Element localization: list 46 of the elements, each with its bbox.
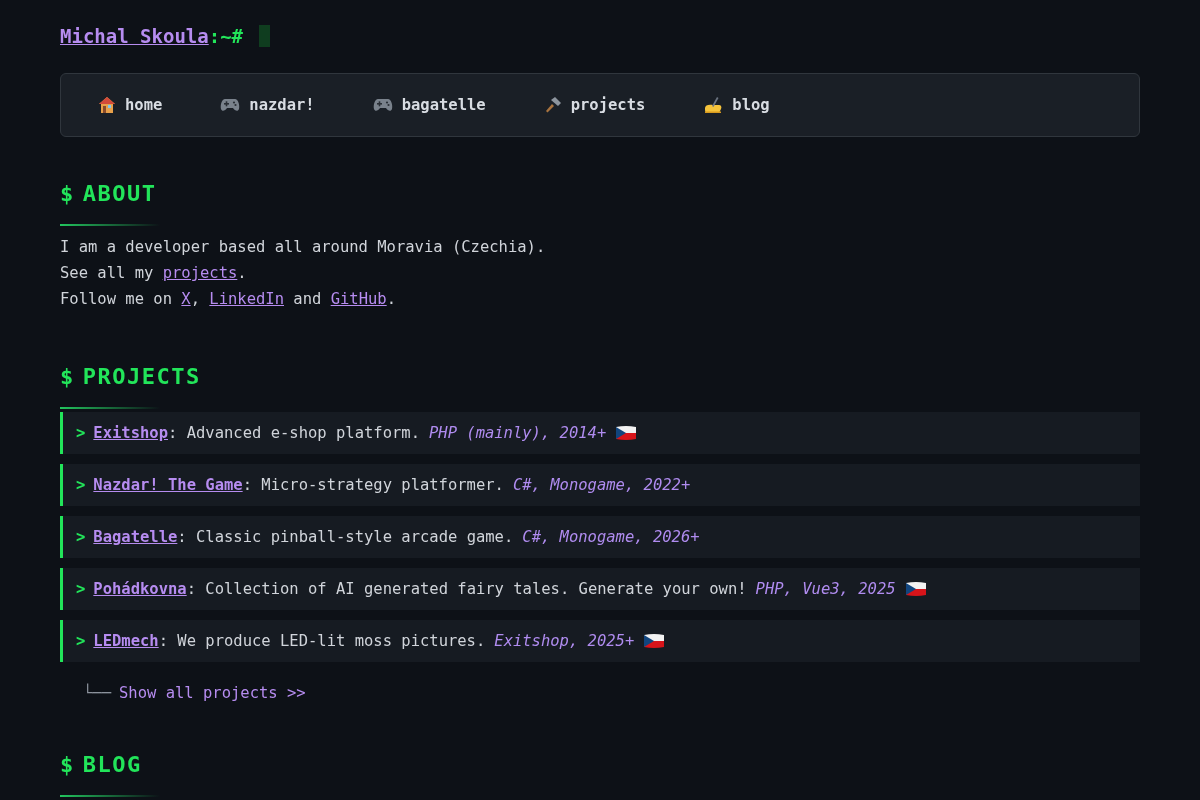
hammer-icon [543, 96, 562, 114]
text-link[interactable]: projects [162, 264, 238, 282]
prompt-marker: > [76, 424, 86, 442]
nav-link[interactable]: nazdar! [220, 96, 315, 114]
project-description: : Advanced e-shop platform. [168, 424, 420, 442]
gamepad-icon [220, 97, 241, 113]
text-link[interactable]: GitHub [330, 290, 387, 308]
section-heading: $ ABOUT [60, 181, 158, 206]
flag-icon [615, 425, 638, 441]
cursor [259, 25, 271, 47]
project-link[interactable]: LEDmech [93, 632, 159, 650]
project-link[interactable]: Pohádkovna [93, 580, 187, 598]
project-meta: Exitshop, 2025+ [494, 632, 635, 650]
prompt-marker: > [76, 476, 86, 494]
flag-icon [643, 633, 666, 649]
project-description: : Collection of AI generated fairy tales. Generate your own! [186, 580, 747, 598]
section-heading: $ PROJECTS [60, 364, 202, 389]
project-meta: C#, Monogame, 2022+ [512, 476, 691, 494]
project-meta: PHP (mainly), 2014+ [428, 424, 607, 442]
project-description: : Classic pinball-style arcade game. [177, 528, 514, 546]
prompt-text: :~# [208, 25, 244, 47]
prompt-marker: > [76, 528, 86, 546]
nav-link[interactable]: projects [543, 96, 646, 114]
writing-hand-icon [703, 96, 724, 114]
show-all-link[interactable]: Show all projects >> [119, 684, 306, 702]
project-link[interactable]: Nazdar! The Game [93, 476, 243, 494]
tree-connector: └── [83, 684, 111, 702]
prompt-marker: > [76, 580, 86, 598]
house-icon [98, 96, 116, 114]
flag-icon [904, 581, 927, 597]
project-meta: PHP, Vue3, 2025 [755, 580, 896, 598]
project-link[interactable]: Bagatelle [93, 528, 178, 546]
project-description: : Micro-strategy platformer. [242, 476, 504, 494]
prompt-marker: > [76, 632, 86, 650]
text-link[interactable]: LinkedIn [209, 290, 284, 308]
text-link[interactable]: X [181, 290, 191, 308]
site-name-link[interactable]: Michal Skoula [60, 25, 209, 47]
about-text: I am a developer based all around Moravia (Czechia). See all my projects. Follow me on X, LinkedIn and GitHub. [60, 237, 547, 310]
nav-link[interactable]: home [98, 96, 163, 114]
nav-link[interactable]: bagatelle [372, 96, 486, 114]
project-meta: C#, Monogame, 2026+ [522, 528, 700, 546]
project-description: : We produce LED-lit moss pictures. [158, 632, 486, 650]
section-heading: $ BLOG [60, 752, 143, 777]
nav-link[interactable]: blog [703, 96, 770, 114]
gamepad-icon [372, 97, 393, 113]
project-link[interactable]: Exitshop [93, 424, 168, 442]
